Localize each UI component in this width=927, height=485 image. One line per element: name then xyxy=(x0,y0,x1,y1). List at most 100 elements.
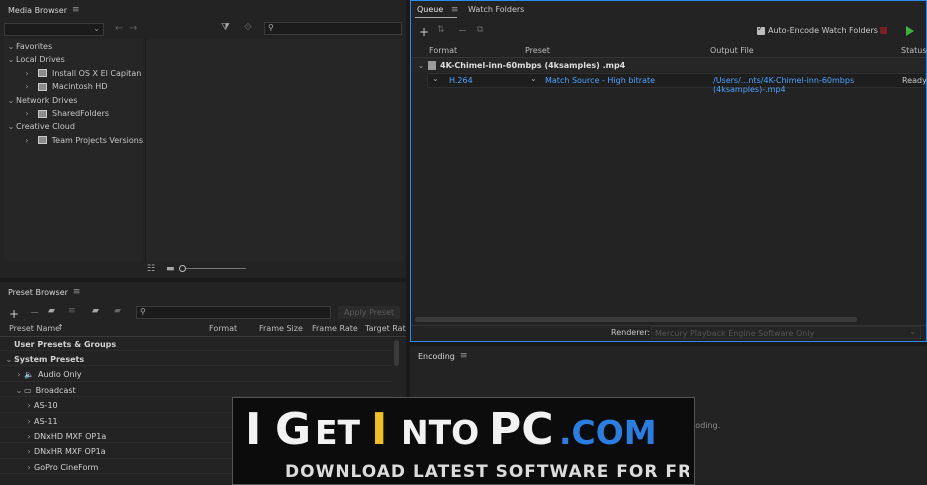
queue-item-format[interactable]: H.264 xyxy=(449,76,473,85)
panel-menu-icon[interactable]: ≡ xyxy=(73,287,81,297)
svg-text:.COM: .COM xyxy=(559,413,657,450)
watermark-tagline-art: DOWNLOAD LATEST SOFTWARE FOR FREE xyxy=(241,458,689,482)
view-toggle-icon[interactable]: ⟐ xyxy=(244,22,252,33)
column-preset-name[interactable]: Preset Name xyxy=(9,324,60,333)
column-status[interactable]: Status xyxy=(901,46,927,55)
zoom-slider-handle[interactable] xyxy=(179,265,186,272)
media-tree-label: Macintosh HD xyxy=(52,82,108,92)
media-tree-item[interactable]: › Team Projects Versions xyxy=(4,134,143,147)
chevron-down-icon[interactable]: ⌄ xyxy=(6,42,16,51)
preset-tree-item[interactable]: ⌄ System Presets xyxy=(0,353,392,367)
forward-arrow-icon[interactable]: → xyxy=(129,23,137,34)
column-output-file[interactable]: Output File xyxy=(710,46,754,55)
media-tree-item[interactable]: › Macintosh HD xyxy=(4,80,143,93)
drive-icon xyxy=(38,109,47,118)
zoom-slider[interactable] xyxy=(182,268,246,269)
chevron-down-icon[interactable]: ⌄ xyxy=(4,355,14,364)
format-dropdown-icon[interactable]: ⌄ xyxy=(432,74,439,83)
preset-tree-item[interactable]: ⌄ ▭ Broadcast xyxy=(0,384,392,398)
renderer-value: Mercury Playback Engine Software Only xyxy=(655,329,815,338)
chevron-right-icon[interactable]: › xyxy=(22,136,32,145)
new-group-icon[interactable]: ▰ xyxy=(48,306,55,316)
chevron-right-icon[interactable]: › xyxy=(22,69,32,78)
preset-dropdown-icon[interactable]: ⌄ xyxy=(530,74,537,83)
column-format[interactable]: Format xyxy=(429,46,457,55)
tab-queue[interactable]: Queue ≡ xyxy=(417,5,458,15)
chevron-down-icon[interactable]: ⌄ xyxy=(6,55,16,64)
team-projects-icon xyxy=(37,136,47,145)
apply-preset-button[interactable]: Apply Preset xyxy=(338,306,400,319)
chevron-right-icon[interactable]: › xyxy=(24,417,34,426)
chevron-down-icon[interactable]: ⌄ xyxy=(14,386,24,395)
media-tree-item[interactable]: ⌄ Creative Cloud xyxy=(4,120,143,133)
preset-search-input[interactable]: ⚲ xyxy=(136,306,331,319)
preset-settings-icon[interactable]: ≡ xyxy=(68,306,76,316)
filter-icon[interactable]: ⧩ xyxy=(221,22,230,33)
preset-tree-item[interactable]: › 🔈 Audio Only xyxy=(0,369,392,382)
media-tree-item[interactable]: › Install OS X El Capitan xyxy=(4,67,143,80)
svg-text:I: I xyxy=(371,404,387,450)
chevron-right-icon[interactable]: › xyxy=(24,401,34,410)
remove-icon[interactable]: − xyxy=(30,306,39,319)
renderer-dropdown[interactable]: Mercury Playback Engine Software Only ⌄ xyxy=(651,326,921,339)
media-tree-item[interactable]: ⌄ Local Drives xyxy=(4,53,143,66)
media-tree-item[interactable]: ⌄ Network Drives xyxy=(4,94,143,107)
add-source-icon[interactable]: + xyxy=(419,25,429,39)
column-frame-size[interactable]: Frame Size xyxy=(259,324,303,333)
chevron-down-icon[interactable]: ⌄ xyxy=(6,122,16,131)
list-view-icon[interactable]: ☷ xyxy=(147,264,155,274)
media-browser-title[interactable]: Media Browser xyxy=(8,6,67,15)
svg-text:G: G xyxy=(275,404,311,450)
panel-menu-icon[interactable]: ≡ xyxy=(460,351,468,361)
chevron-down-icon[interactable]: ⌄ xyxy=(416,61,426,70)
chevron-right-icon[interactable]: › xyxy=(24,463,34,472)
preset-tree-item[interactable]: User Presets & Groups xyxy=(0,338,392,351)
auto-encode-label[interactable]: Auto-Encode Watch Folders xyxy=(768,26,878,35)
watermark-logo-art: I G ET I NTO PC .COM xyxy=(241,404,689,450)
chevron-right-icon[interactable]: › xyxy=(22,109,32,118)
preset-tree-label: AS-10 xyxy=(34,401,58,411)
start-queue-button[interactable] xyxy=(906,26,914,36)
media-tree-item[interactable]: › SharedFolders xyxy=(4,107,143,120)
chevron-right-icon[interactable]: › xyxy=(14,370,24,379)
media-search-input[interactable]: ⚲ xyxy=(264,22,402,35)
duplicate-icon[interactable]: ⧉ xyxy=(477,25,483,35)
source-file-name: 4K-Chimel-inn-60mbps (4ksamples) .mp4 xyxy=(440,60,626,70)
media-tree-item[interactable]: ⌄ Favorites xyxy=(4,40,143,53)
column-preset[interactable]: Preset xyxy=(525,46,550,55)
renderer-label: Renderer: xyxy=(611,328,651,337)
source-file-icon xyxy=(428,60,436,70)
import-preset-icon[interactable]: ▰ xyxy=(92,306,99,316)
column-frame-rate[interactable]: Frame Rate xyxy=(312,324,358,333)
column-target-rate[interactable]: Target Rat xyxy=(365,324,406,333)
queue-item-row[interactable]: ⌄ H.264 ⌄ Match Source - High bitrate /U… xyxy=(427,73,927,94)
queue-item-status: Ready xyxy=(902,76,927,85)
panel-menu-icon[interactable]: ≡ xyxy=(72,5,80,15)
chevron-right-icon[interactable]: › xyxy=(24,447,34,456)
stop-queue-button[interactable] xyxy=(880,27,887,34)
remove-icon[interactable]: − xyxy=(458,24,467,37)
chevron-right-icon[interactable]: › xyxy=(22,82,32,91)
preset-settings-icon[interactable]: ⇅ xyxy=(437,25,445,35)
queue-item-preset[interactable]: Match Source - High bitrate xyxy=(545,76,655,85)
back-arrow-icon[interactable]: ← xyxy=(115,23,123,34)
icon-view-icon[interactable]: ▬ xyxy=(166,264,175,274)
preset-browser-title[interactable]: Preset Browser xyxy=(8,288,68,297)
export-preset-icon[interactable]: ▰ xyxy=(114,306,121,316)
tab-watch-folders[interactable]: Watch Folders xyxy=(468,5,524,14)
column-format[interactable]: Format xyxy=(209,324,237,333)
media-tree-label: Install OS X El Capitan xyxy=(52,68,142,78)
queue-horizontal-scrollbar[interactable] xyxy=(415,317,857,322)
tab-queue-label: Queue xyxy=(417,5,444,14)
encoding-title[interactable]: Encoding xyxy=(418,352,455,361)
add-icon[interactable]: + xyxy=(9,307,19,321)
auto-encode-checkbox[interactable]: ✓ xyxy=(757,24,765,35)
svg-text:DOWNLOAD LATEST SOFTWARE FOR F: DOWNLOAD LATEST SOFTWARE FOR FREE xyxy=(285,462,689,482)
preset-scrollbar[interactable] xyxy=(394,340,399,366)
panel-menu-icon[interactable]: ≡ xyxy=(451,5,459,15)
chevron-down-icon[interactable]: ⌄ xyxy=(6,96,16,105)
chevron-right-icon[interactable]: › xyxy=(24,432,34,441)
queue-source-row[interactable]: ⌄ 4K-Chimel-inn-60mbps (4ksamples) .mp4 xyxy=(411,58,926,72)
media-browser-location-dropdown[interactable]: ⌄ xyxy=(4,23,104,36)
queue-item-output[interactable]: /Users/...nts/4K-Chimel-inn-60mbps (4ksa… xyxy=(713,76,925,94)
